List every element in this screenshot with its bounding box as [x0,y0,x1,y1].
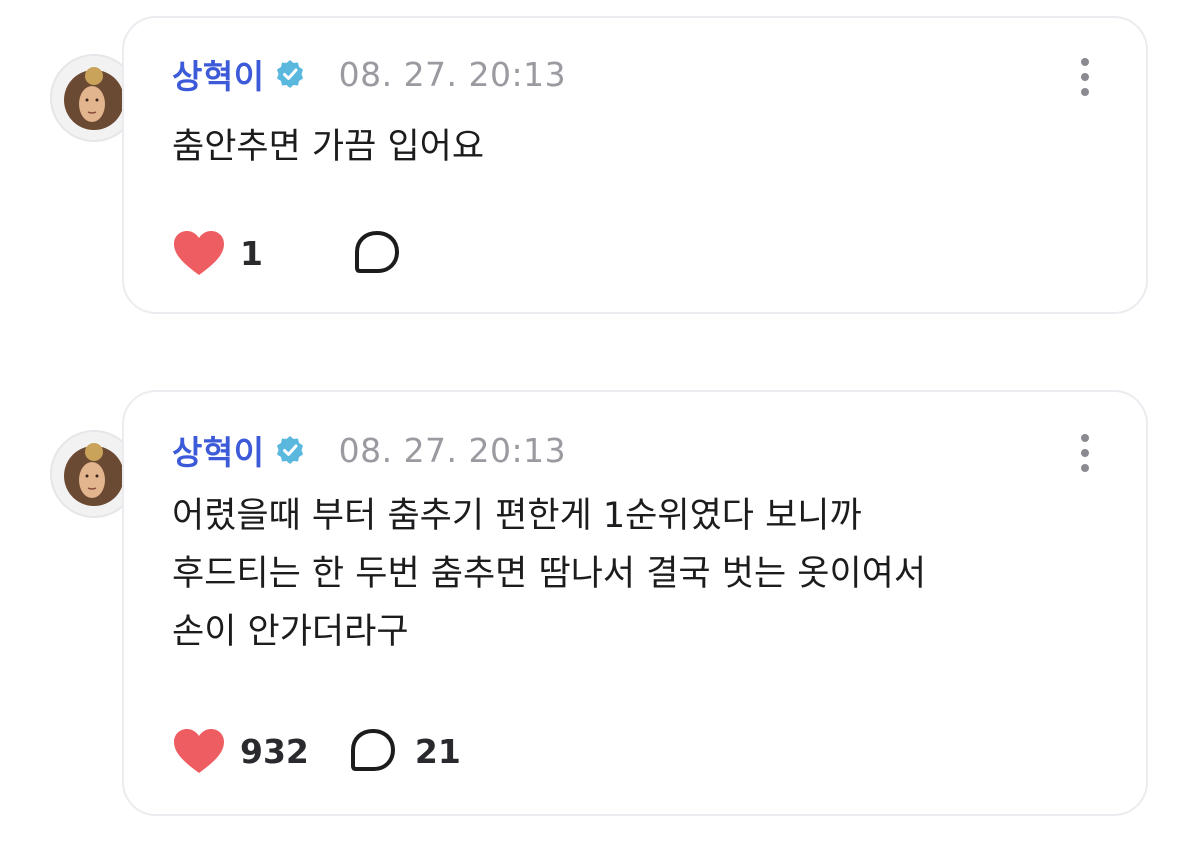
comment-card: 상혁이 08. 27. 20:13 어렸을때 부터 춤추기 편한게 1순위였다 … [122,390,1148,816]
comment-bubble-icon [354,231,399,273]
comment-line: 어렸을때 부터 춤추기 편한게 1순위였다 보니까 [172,496,862,536]
comment-bubble-icon [350,729,395,771]
timestamp: 08. 27. 20:13 [338,54,567,94]
timestamp: 08. 27. 20:13 [338,430,567,470]
more-options-icon[interactable] [1080,434,1090,472]
comment-line: 손이 안가더라구 [172,612,409,652]
comment-line: 춤안추면 가끔 입어요 [172,127,485,167]
author-name[interactable]: 상혁이 [172,426,265,474]
comment-text: 어렸을때 부터 춤추기 편한게 1순위였다 보니까 후드티는 한 두번 춤추면 … [172,487,1086,661]
comment-actions: 932 21 [172,726,461,776]
comment-header: 상혁이 08. 27. 20:13 [172,426,567,474]
author-name[interactable]: 상혁이 [172,50,265,98]
comment-card: 상혁이 08. 27. 20:13 춤안추면 가끔 입어요 1 [122,16,1148,314]
verified-badge-icon [276,436,303,464]
reply-button[interactable]: 21 [349,727,461,775]
like-count: 1 [240,233,263,273]
comment-text: 춤안추면 가끔 입어요 [172,118,1086,176]
reply-count: 21 [414,731,461,771]
reply-button[interactable] [353,229,401,277]
like-button[interactable]: 932 [172,727,309,775]
comment-header: 상혁이 08. 27. 20:13 [172,50,567,98]
comment-line: 후드티는 한 두번 춤추면 땀나서 결국 벗는 옷이여서 [172,554,927,594]
more-options-icon[interactable] [1080,58,1090,96]
like-button[interactable]: 1 [172,229,263,277]
heart-icon [174,729,224,773]
like-count: 932 [240,731,309,771]
verified-badge-icon [276,60,303,88]
comment-actions: 1 [172,228,401,278]
heart-icon [174,231,224,275]
